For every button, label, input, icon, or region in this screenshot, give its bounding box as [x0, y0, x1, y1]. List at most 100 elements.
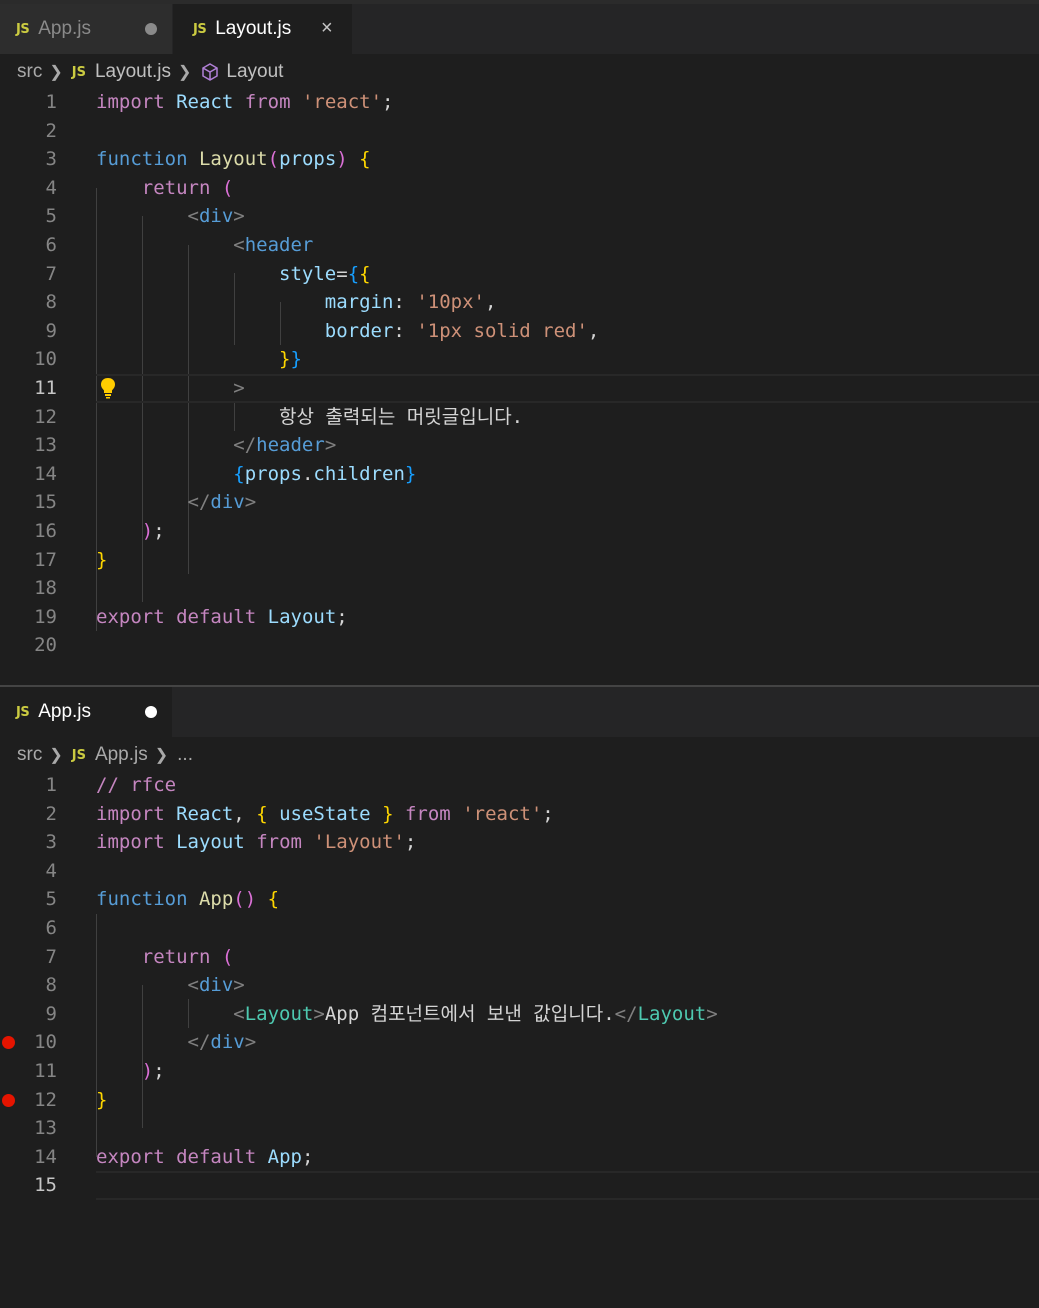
code-line: 6 <header — [0, 231, 1039, 260]
line-number: 6 — [45, 234, 57, 256]
line-number: 7 — [45, 945, 57, 968]
line-number: 14 — [34, 462, 57, 485]
line-number: 4 — [45, 859, 57, 882]
code-line: 2 import React, { useState } from 'react… — [0, 800, 1039, 829]
code-line: 3 function Layout(props) { — [0, 145, 1039, 174]
breadcrumb-file[interactable]: App.js — [95, 744, 148, 766]
js-file-icon: JS — [71, 747, 86, 763]
code-line: 7 return ( — [0, 943, 1039, 972]
top-code-editor[interactable]: 1 import React from 'react'; 2 3 functio… — [0, 88, 1039, 678]
chevron-right-icon: ❯ — [154, 747, 169, 764]
line-code: import Layout from 'Layout'; — [96, 831, 417, 854]
breadcrumb-more[interactable]: ... — [177, 744, 193, 766]
line-number: 6 — [45, 917, 57, 939]
close-icon[interactable]: × — [321, 18, 333, 38]
line-number: 5 — [45, 888, 57, 911]
line-code: export default App; — [96, 1145, 314, 1168]
line-number: 13 — [34, 434, 57, 457]
code-line: 10 </div> — [0, 1028, 1039, 1057]
line-code: style={{ — [279, 262, 371, 285]
code-line: 17 } — [0, 546, 1039, 575]
tab-app-js[interactable]: JS App.js — [0, 687, 172, 737]
line-code: }} — [279, 348, 302, 371]
line-number: 1 — [45, 91, 57, 113]
line-number: 10 — [34, 348, 57, 371]
breadcrumb-folder[interactable]: src — [17, 61, 42, 83]
line-number: 15 — [34, 1174, 57, 1197]
breadcrumb-symbol[interactable]: Layout — [226, 61, 283, 83]
code-line: 1 import React from 'react'; — [0, 88, 1039, 117]
line-number: 14 — [34, 1145, 57, 1168]
line-code: return ( — [141, 176, 234, 199]
line-number: 8 — [45, 974, 57, 997]
tab-label: App.js — [38, 18, 92, 39]
line-code: 항상 출력되는 머릿글입니다. — [279, 405, 524, 428]
line-number: 9 — [45, 319, 57, 342]
line-number: 16 — [34, 520, 57, 542]
code-line: 9 border: '1px solid red', — [0, 317, 1039, 346]
top-tab-bar: JS App.js JS Layout.js × — [0, 4, 1039, 54]
chevron-right-icon: ❯ — [49, 64, 63, 81]
line-number: 18 — [34, 577, 57, 600]
line-code: import React, { useState } from 'react'; — [96, 802, 554, 825]
breadcrumb-folder[interactable]: src — [17, 744, 42, 766]
breadcrumb: src ❯ JS Layout.js ❯ Layout — [17, 57, 283, 87]
code-line: 14 export default App; — [0, 1143, 1039, 1172]
line-number: 2 — [45, 802, 57, 825]
code-line: 18 — [0, 574, 1039, 603]
code-line: 13 </header> — [0, 431, 1039, 460]
unsaved-dot-icon[interactable] — [145, 23, 157, 35]
line-code: export default Layout; — [96, 605, 348, 628]
line-code: <header — [233, 234, 314, 256]
code-line: 10 }} — [0, 345, 1039, 374]
cube-icon — [200, 62, 220, 82]
line-code: <div> — [187, 205, 245, 228]
tab-app-js[interactable]: JS App.js — [0, 4, 172, 54]
line-number: 19 — [34, 605, 57, 628]
js-file-icon: JS — [193, 21, 207, 37]
js-file-icon: JS — [16, 704, 30, 720]
line-number: 17 — [34, 548, 57, 571]
line-number: 1 — [45, 774, 57, 796]
bottom-code-editor[interactable]: 1 // rfce 2 import React, { useState } f… — [0, 771, 1039, 1211]
line-code: function Layout(props) { — [96, 148, 371, 171]
code-line: 5 <div> — [0, 202, 1039, 231]
line-code: ); — [141, 1060, 165, 1082]
breadcrumb-file[interactable]: Layout.js — [95, 61, 171, 83]
line-number: 10 — [34, 1031, 57, 1054]
line-number: 3 — [45, 148, 57, 171]
code-line: 19 export default Layout; — [0, 603, 1039, 632]
code-line: 2 — [0, 117, 1039, 146]
line-number: 12 — [34, 1088, 57, 1111]
line-number: 4 — [45, 176, 57, 199]
code-line: 5 function App() { — [0, 885, 1039, 914]
line-code: </div> — [187, 491, 257, 514]
js-file-icon: JS — [16, 21, 30, 37]
line-code: // rfce — [96, 774, 177, 796]
line-number: 3 — [45, 831, 57, 854]
code-line: 12 } — [0, 1086, 1039, 1115]
line-number: 11 — [34, 377, 57, 399]
code-line: 15 </div> — [0, 488, 1039, 517]
line-code: import React from 'react'; — [96, 91, 394, 113]
line-code: <Layout>App 컴포넌트에서 보낸 값입니다.</Layout> — [233, 1002, 718, 1025]
unsaved-dot-icon[interactable] — [145, 706, 157, 718]
tab-label: App.js — [38, 701, 92, 722]
code-line: 20 — [0, 631, 1039, 660]
line-number: 20 — [34, 634, 57, 657]
line-code: {props.children} — [233, 462, 417, 485]
code-line: 13 — [0, 1114, 1039, 1143]
line-code: > — [233, 377, 245, 399]
line-number: 8 — [45, 291, 57, 314]
tab-label: Layout.js — [215, 18, 292, 39]
code-line: 6 — [0, 914, 1039, 943]
line-code: return ( — [141, 945, 234, 968]
line-number: 12 — [34, 405, 57, 428]
line-number: 11 — [34, 1060, 57, 1082]
code-line: 1 // rfce — [0, 771, 1039, 800]
tab-layout-js[interactable]: JS Layout.js × — [173, 4, 352, 54]
line-code: <div> — [187, 974, 245, 997]
code-line-current: 15 — [0, 1171, 1039, 1200]
code-line: 11 ); — [0, 1057, 1039, 1086]
line-number: 9 — [45, 1002, 57, 1025]
